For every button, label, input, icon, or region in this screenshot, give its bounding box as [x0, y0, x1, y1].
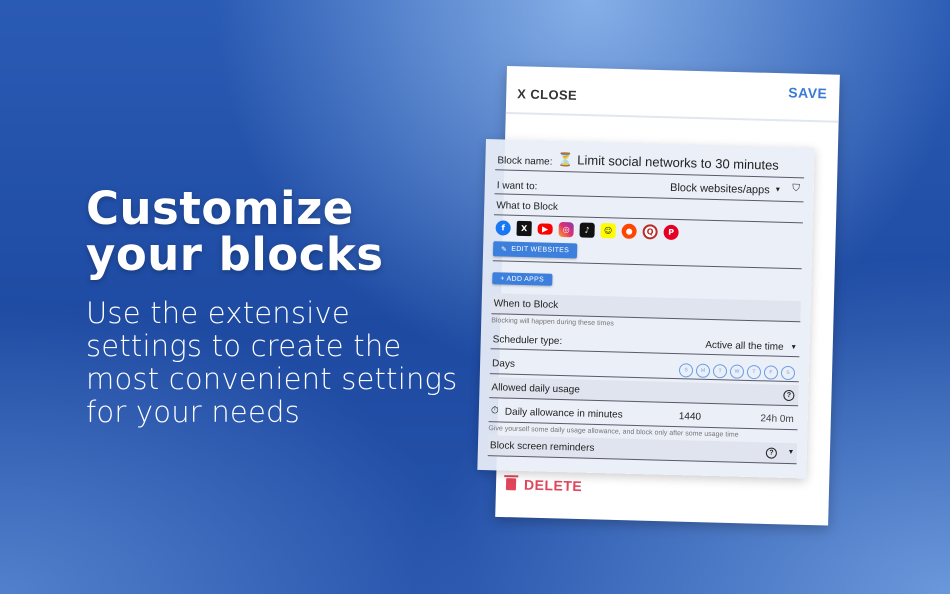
tiktok-icon[interactable]: ♪ — [579, 222, 595, 238]
daily-allowance-label: Daily allowance in minutes — [504, 406, 623, 421]
block-screen-reminders[interactable]: Block screen reminders ? ▾ — [487, 435, 798, 465]
chevron-down-icon: ▾ — [788, 447, 794, 457]
day-toggle[interactable]: M — [695, 363, 711, 378]
scheduler-type-label: Scheduler type: — [492, 334, 563, 348]
day-toggle[interactable]: T — [712, 364, 728, 379]
pinterest-icon[interactable]: P — [663, 224, 679, 241]
help-icon[interactable]: ? — [765, 447, 778, 459]
delete-button[interactable]: DELETE — [505, 476, 583, 495]
blocked-apps-list: f X ▶ ◎ ♪ ☺ ● Q P — [495, 220, 679, 241]
daily-allowance-minutes: 1440 — [678, 411, 702, 423]
youtube-icon[interactable]: ▶ — [537, 223, 553, 235]
close-button[interactable]: X CLOSE — [517, 86, 577, 103]
hero-title: Customize your blocks — [86, 186, 384, 278]
editor-topbar: X CLOSE SAVE — [505, 66, 840, 123]
want-to-label: I want to: — [496, 180, 538, 193]
block-settings-panel: Block name: ⏳ Limit social networks to 3… — [477, 139, 815, 479]
reminders-label: Block screen reminders — [489, 440, 595, 454]
divider — [492, 259, 802, 270]
day-toggle[interactable]: S — [678, 363, 694, 378]
snapchat-icon[interactable]: ☺ — [600, 223, 616, 239]
block-name-label: Block name: — [497, 155, 553, 168]
x-icon[interactable]: X — [516, 220, 532, 237]
chevron-down-icon: ▾ — [791, 342, 796, 352]
edit-websites-label: EDIT WEBSITES — [511, 245, 570, 255]
hero-subtitle: Use the extensive settings to create the… — [86, 296, 458, 429]
when-to-block-label: When to Block — [493, 298, 559, 311]
days-selector: S M T W T F S — [678, 363, 796, 381]
shield-icon: ⛉ — [792, 183, 800, 195]
facebook-icon[interactable]: f — [495, 220, 511, 236]
save-button[interactable]: SAVE — [788, 84, 827, 101]
help-icon[interactable]: ? — [783, 389, 795, 402]
allowed-usage-label: Allowed daily usage — [491, 382, 580, 396]
instagram-icon[interactable]: ◎ — [558, 221, 574, 238]
day-toggle[interactable]: F — [763, 365, 779, 380]
what-to-block-label: What to Block — [496, 200, 559, 213]
edit-icon: ✎ — [501, 245, 508, 254]
edit-websites-button[interactable]: ✎ EDIT WEBSITES — [492, 241, 578, 259]
trash-icon — [505, 478, 517, 491]
delete-label: DELETE — [523, 476, 583, 495]
quora-icon[interactable]: Q — [642, 224, 658, 240]
block-name-value: ⏳ Limit social networks to 30 minutes — [557, 151, 780, 173]
daily-allowance-hours: 24h 0m — [760, 413, 794, 426]
timer-icon: ⏱ — [490, 405, 499, 417]
chevron-down-icon: ▾ — [775, 184, 780, 194]
hero-title-line-1: Customize — [86, 182, 354, 235]
add-apps-button[interactable]: + ADD APPS — [492, 272, 553, 286]
day-toggle[interactable]: W — [729, 364, 745, 379]
hero-title-line-2: your blocks — [86, 228, 384, 281]
day-toggle[interactable]: S — [780, 365, 796, 381]
reddit-icon[interactable]: ● — [621, 223, 637, 239]
want-to-value: Block websites/apps — [669, 181, 770, 197]
day-toggle[interactable]: T — [746, 364, 762, 380]
add-apps-label: + ADD APPS — [500, 274, 545, 284]
scheduler-type-value: Active all the time — [705, 339, 784, 353]
days-label: Days — [491, 358, 516, 370]
